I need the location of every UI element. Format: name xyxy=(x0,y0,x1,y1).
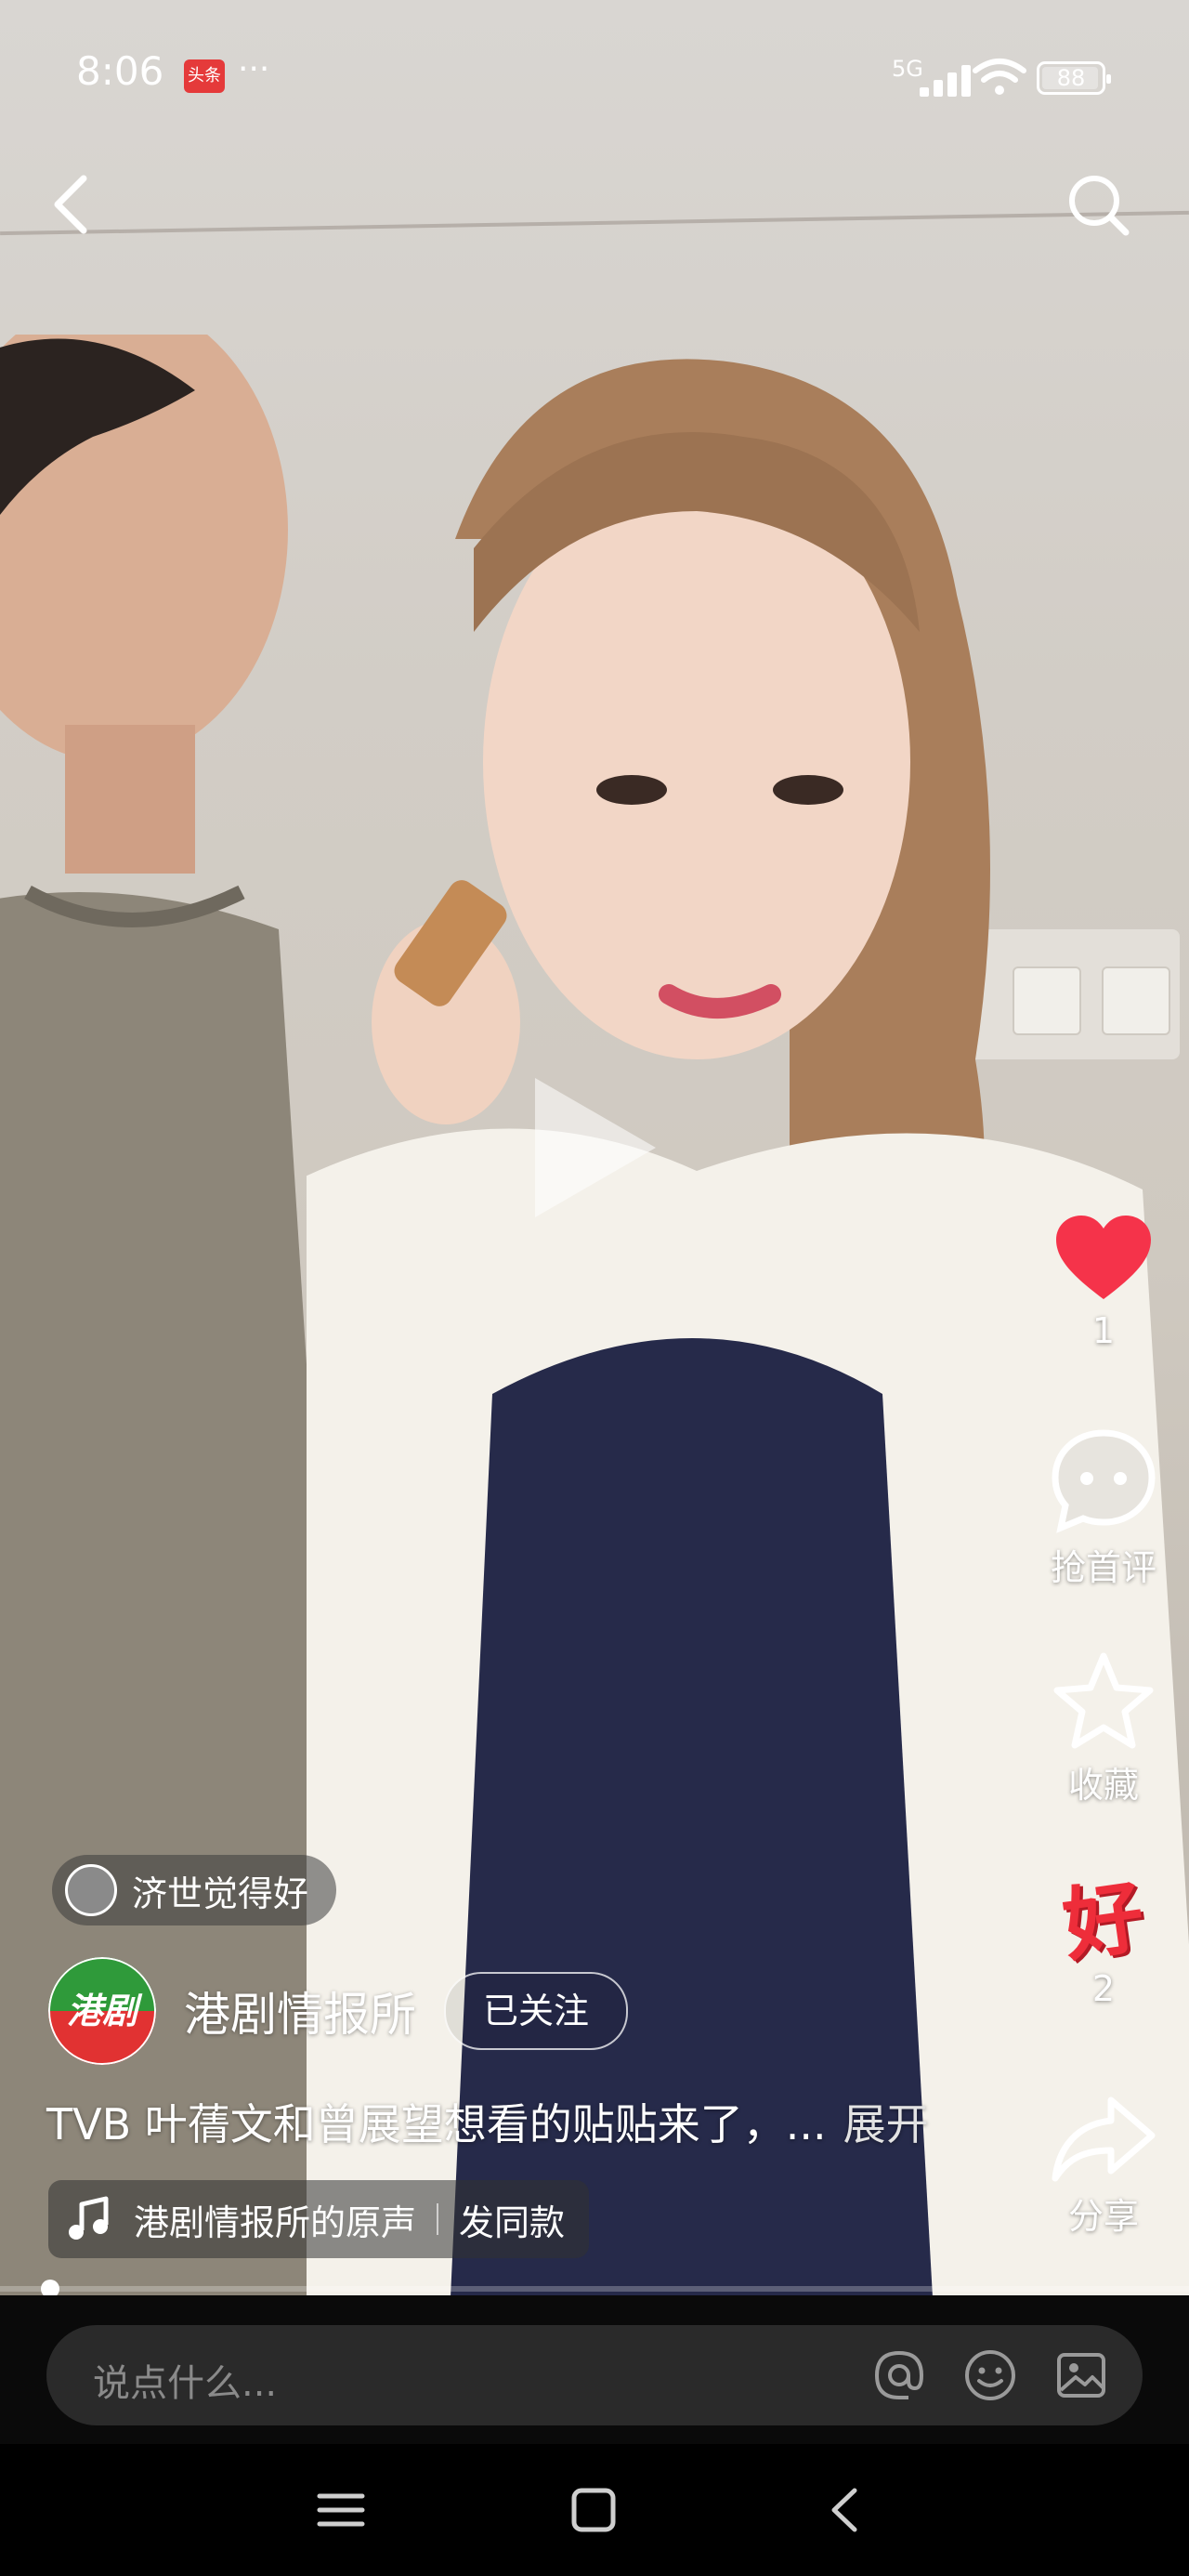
comment-button[interactable]: 抢首评 xyxy=(1039,1427,1169,1590)
status-more-indicator: ··· xyxy=(238,50,270,88)
home-icon[interactable] xyxy=(561,2477,626,2543)
back-icon[interactable] xyxy=(41,167,106,242)
video-player[interactable] xyxy=(0,0,1189,2295)
heart-icon xyxy=(1056,1216,1151,1299)
toutiao-badge-icon: 头条 xyxy=(184,59,225,93)
author-logo-text: 港剧 xyxy=(66,1991,137,2031)
music-title: 港剧情报所的原声 xyxy=(134,2201,417,2243)
status-time: 8:06 xyxy=(76,48,164,94)
emoji-icon[interactable] xyxy=(962,2347,1018,2403)
battery-icon: 88 xyxy=(1037,61,1111,95)
menu-icon[interactable] xyxy=(308,2477,373,2543)
mention-icon[interactable] xyxy=(871,2347,927,2403)
author-avatar[interactable]: 港剧 xyxy=(48,1957,156,2065)
comment-input[interactable]: 说点什么... xyxy=(46,2325,1143,2425)
search-icon[interactable] xyxy=(1065,171,1131,238)
share-label: 分享 xyxy=(1067,2196,1139,2237)
system-nav-bar xyxy=(0,2444,1189,2576)
battery-level: 88 xyxy=(1056,65,1086,91)
good-button[interactable]: 好 2 xyxy=(1039,1871,1169,2009)
good-icon: 好 xyxy=(1057,1870,1150,1974)
caption-text: TVB 叶蒨文和曾展望想看的贴贴来了，... xyxy=(46,2099,827,2149)
divider xyxy=(437,2203,439,2235)
author-row: 港剧 港剧情报所 已关注 xyxy=(48,1957,629,2065)
use-sound-button[interactable]: 发同款 xyxy=(459,2194,565,2245)
wifi-icon xyxy=(973,59,1026,95)
author-name[interactable]: 港剧情报所 xyxy=(184,1978,416,2044)
nav-back-icon[interactable] xyxy=(814,2477,879,2543)
favorite-button[interactable]: 收藏 xyxy=(1039,1650,1169,1807)
image-icon[interactable] xyxy=(1053,2347,1109,2403)
like-count: 1 xyxy=(1091,1310,1116,1351)
play-icon[interactable] xyxy=(526,1069,665,1227)
follow-button[interactable]: 已关注 xyxy=(444,1972,629,2050)
star-icon xyxy=(1053,1652,1154,1749)
video-progress-bar[interactable] xyxy=(0,2280,1189,2298)
wall-crack xyxy=(0,210,1189,236)
avatar xyxy=(65,1864,117,1916)
music-note-icon xyxy=(69,2196,109,2240)
recommender-name: 济世觉得好 xyxy=(132,1873,309,1914)
expand-link[interactable]: 展开 xyxy=(843,2099,929,2149)
favorite-label: 收藏 xyxy=(1067,1765,1139,1806)
comment-icon xyxy=(1052,1429,1156,1533)
comment-label: 抢首评 xyxy=(1050,1547,1156,1588)
status-bar: 8:06 头条 ··· 5G 88 xyxy=(0,0,1189,158)
share-button[interactable]: 分享 xyxy=(1039,2095,1169,2239)
music-row[interactable]: 港剧情报所的原声 发同款 xyxy=(48,2180,590,2258)
like-button[interactable]: 1 xyxy=(1039,1214,1169,1351)
comment-placeholder: 说点什么... xyxy=(93,2362,278,2405)
network-type: 5G xyxy=(892,56,923,82)
share-icon xyxy=(1052,2096,1156,2182)
recommender-chip[interactable]: 济世觉得好 xyxy=(52,1855,337,1925)
video-caption: TVB 叶蒨文和曾展望想看的贴贴来了，... 展开 xyxy=(46,2091,929,2152)
